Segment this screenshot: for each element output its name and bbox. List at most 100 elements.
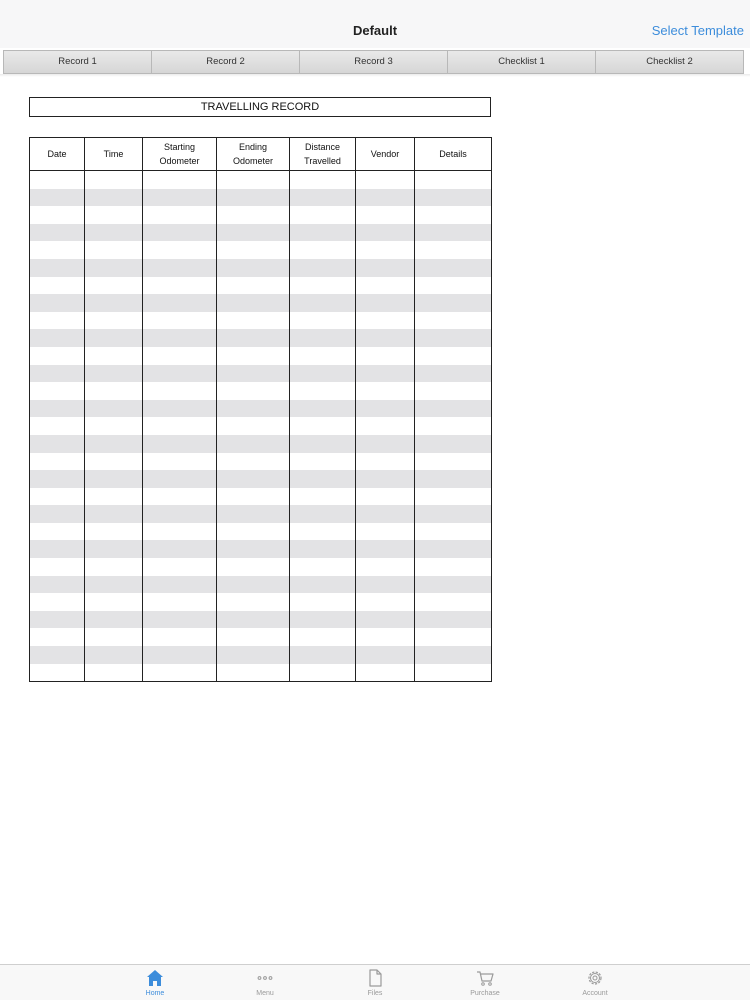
table-cell[interactable] <box>216 329 290 347</box>
table-cell[interactable] <box>216 593 290 611</box>
table-cell[interactable] <box>216 558 290 576</box>
table-cell[interactable] <box>355 434 415 453</box>
table-cell[interactable] <box>142 470 217 488</box>
table-cell[interactable] <box>216 575 290 594</box>
table-cell[interactable] <box>142 646 217 664</box>
table-cell[interactable] <box>29 258 85 277</box>
table-cell[interactable] <box>84 434 143 453</box>
table-cell[interactable] <box>142 522 217 541</box>
table-cell[interactable] <box>414 575 492 594</box>
table-cell[interactable] <box>142 593 217 611</box>
table-cell[interactable] <box>355 382 415 400</box>
table-cell[interactable] <box>289 206 356 224</box>
table-cell[interactable] <box>216 294 290 312</box>
table-cell[interactable] <box>29 610 85 629</box>
table-cell[interactable] <box>142 663 217 683</box>
table-cell[interactable] <box>142 558 217 576</box>
table-cell[interactable] <box>414 364 492 383</box>
table-cell[interactable] <box>289 522 356 541</box>
table-cell[interactable] <box>216 487 290 506</box>
table-cell[interactable] <box>414 470 492 488</box>
table-cell[interactable] <box>216 505 290 523</box>
table-cell[interactable] <box>29 294 85 312</box>
table-cell[interactable] <box>355 663 415 683</box>
table-cell[interactable] <box>142 276 217 295</box>
table-cell[interactable] <box>289 223 356 242</box>
table-cell[interactable] <box>355 329 415 347</box>
table-cell[interactable] <box>289 575 356 594</box>
table-cell[interactable] <box>29 346 85 365</box>
table-cell[interactable] <box>216 276 290 295</box>
table-cell[interactable] <box>29 399 85 418</box>
table-cell[interactable] <box>414 170 492 189</box>
table-cell[interactable] <box>289 646 356 664</box>
table-cell[interactable] <box>289 540 356 559</box>
table-cell[interactable] <box>29 311 85 330</box>
table-cell[interactable] <box>355 540 415 559</box>
table-cell[interactable] <box>29 241 85 259</box>
table-cell[interactable] <box>414 399 492 418</box>
tabbar-menu[interactable]: Menu <box>210 965 320 1000</box>
table-cell[interactable] <box>216 188 290 207</box>
table-cell[interactable] <box>142 399 217 418</box>
table-cell[interactable] <box>355 364 415 383</box>
table-cell[interactable] <box>29 575 85 594</box>
table-cell[interactable] <box>142 364 217 383</box>
tab-record-1[interactable]: Record 1 <box>4 51 152 73</box>
table-cell[interactable] <box>84 399 143 418</box>
table-cell[interactable] <box>84 646 143 664</box>
table-cell[interactable] <box>289 610 356 629</box>
table-cell[interactable] <box>414 276 492 295</box>
table-cell[interactable] <box>29 364 85 383</box>
table-cell[interactable] <box>29 434 85 453</box>
table-cell[interactable] <box>355 346 415 365</box>
table-cell[interactable] <box>355 522 415 541</box>
table-cell[interactable] <box>216 241 290 259</box>
table-cell[interactable] <box>29 487 85 506</box>
table-cell[interactable] <box>414 241 492 259</box>
table-cell[interactable] <box>142 610 217 629</box>
table-cell[interactable] <box>289 276 356 295</box>
table-cell[interactable] <box>142 540 217 559</box>
table-cell[interactable] <box>289 487 356 506</box>
table-cell[interactable] <box>84 382 143 400</box>
table-cell[interactable] <box>29 593 85 611</box>
table-cell[interactable] <box>355 170 415 189</box>
table-cell[interactable] <box>289 188 356 207</box>
table-cell[interactable] <box>289 399 356 418</box>
table-cell[interactable] <box>355 276 415 295</box>
table-cell[interactable] <box>289 452 356 471</box>
table-cell[interactable] <box>29 505 85 523</box>
table-cell[interactable] <box>216 540 290 559</box>
table-cell[interactable] <box>414 558 492 576</box>
table-cell[interactable] <box>216 399 290 418</box>
tab-checklist-1[interactable]: Checklist 1 <box>448 51 596 73</box>
table-cell[interactable] <box>289 346 356 365</box>
table-cell[interactable] <box>142 628 217 647</box>
table-cell[interactable] <box>29 417 85 435</box>
table-cell[interactable] <box>84 610 143 629</box>
table-cell[interactable] <box>414 663 492 683</box>
table-cell[interactable] <box>289 663 356 683</box>
table-cell[interactable] <box>29 223 85 242</box>
table-cell[interactable] <box>29 276 85 295</box>
table-cell[interactable] <box>355 241 415 259</box>
table-cell[interactable] <box>355 223 415 242</box>
table-cell[interactable] <box>414 329 492 347</box>
table-cell[interactable] <box>289 505 356 523</box>
table-cell[interactable] <box>289 364 356 383</box>
table-cell[interactable] <box>216 206 290 224</box>
table-cell[interactable] <box>142 311 217 330</box>
table-cell[interactable] <box>84 452 143 471</box>
table-cell[interactable] <box>355 487 415 506</box>
table-cell[interactable] <box>216 646 290 664</box>
table-cell[interactable] <box>84 223 143 242</box>
table-cell[interactable] <box>29 663 85 683</box>
table-cell[interactable] <box>355 628 415 647</box>
table-cell[interactable] <box>216 610 290 629</box>
table-cell[interactable] <box>414 188 492 207</box>
table-cell[interactable] <box>355 505 415 523</box>
table-cell[interactable] <box>216 434 290 453</box>
table-cell[interactable] <box>84 346 143 365</box>
table-cell[interactable] <box>355 646 415 664</box>
